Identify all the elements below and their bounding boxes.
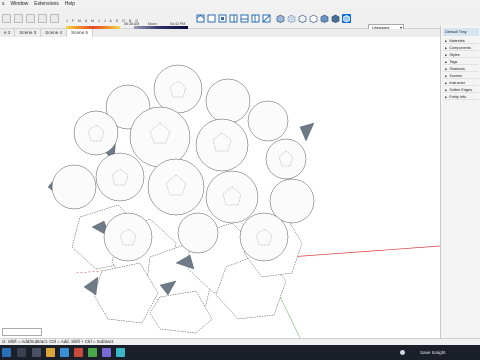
expand-arrow-icon: ▶	[445, 60, 448, 64]
view-iso-icon[interactable]	[196, 14, 205, 23]
expand-arrow-icon: ▶	[445, 46, 448, 50]
expand-arrow-icon: ▶	[445, 88, 448, 92]
model-viewport[interactable]	[0, 37, 440, 338]
start-icon[interactable]	[2, 348, 11, 357]
menu-item-extensions[interactable]: Extensions	[34, 0, 58, 9]
view-back-icon[interactable]	[240, 14, 249, 23]
tray-item-label: Scenes	[449, 74, 462, 78]
tray-item-label: Styles	[449, 53, 460, 57]
hidden-line-icon[interactable]	[309, 14, 318, 23]
expand-arrow-icon: ▶	[445, 81, 448, 85]
app-icon-2[interactable]	[102, 348, 111, 357]
tray-item-label: Shadows	[449, 67, 465, 71]
tray-item-label: Tags	[449, 60, 458, 64]
view-left-icon[interactable]	[251, 14, 260, 23]
file-explorer-icon[interactable]	[46, 348, 55, 357]
taskbar-save-notice: Save tonight	[420, 350, 446, 355]
tray-item-scenes[interactable]: ▶ Scenes	[443, 73, 479, 79]
toolbar: J F M A M J J A S O N D 06:38 AM Noon 04…	[0, 9, 480, 32]
sketchup-icon[interactable]	[74, 348, 83, 357]
tray-item-label: Entity Info	[449, 95, 467, 99]
tray-item-materials[interactable]: ▶ Materials	[443, 38, 479, 44]
edge-browser-icon[interactable]	[60, 348, 69, 357]
search-icon[interactable]	[17, 348, 26, 357]
tray-item-shadows[interactable]: ▶ Shadows	[443, 66, 479, 72]
expand-arrow-icon: ▶	[445, 53, 448, 57]
back-edges-icon[interactable]	[287, 14, 296, 23]
default-tray: Default Tray ▶ Materials ▶ Components ▶ Sty…	[440, 26, 480, 338]
time-noon-label: Noon	[148, 22, 157, 26]
system-tray-icon[interactable]	[400, 350, 405, 355]
scene-tabs: e 2 Scene 3 Scene 4 Scene 5	[0, 29, 440, 37]
shaded-icon[interactable]	[320, 14, 329, 23]
shaded-textures-icon[interactable]	[331, 14, 340, 23]
time-end-label: 04:42 PM	[170, 22, 186, 26]
expand-arrow-icon: ▶	[445, 74, 448, 78]
menu-item-window[interactable]: Window	[11, 0, 29, 9]
menu-item-edit-partial[interactable]: s	[2, 0, 5, 9]
eraser-tool-icon[interactable]	[14, 14, 23, 23]
select-tool-icon[interactable]	[2, 14, 11, 23]
tray-item-tags[interactable]: ▶ Tags	[443, 59, 479, 65]
tray-item-components[interactable]: ▶ Components	[443, 45, 479, 51]
tab-scene-3[interactable]: Scene 3	[15, 29, 42, 37]
wireframe-icon[interactable]	[298, 14, 307, 23]
view-front-icon[interactable]	[218, 14, 227, 23]
task-view-icon[interactable]	[32, 348, 41, 357]
line-tool-icon[interactable]	[26, 14, 35, 23]
measurements-box[interactable]	[2, 328, 42, 336]
view-top-icon[interactable]	[207, 14, 216, 23]
taskbar: Save tonight	[0, 345, 480, 360]
view-bottom-icon[interactable]	[262, 14, 271, 23]
tree-model	[47, 64, 440, 338]
tab-scene-2[interactable]: e 2	[0, 29, 16, 37]
monochrome-icon[interactable]	[342, 14, 351, 23]
tab-scene-4[interactable]: Scene 4	[41, 29, 68, 37]
tray-item-entity-info[interactable]: ▶ Entity Info	[443, 94, 479, 100]
tray-item-label: Materials	[449, 39, 465, 43]
menu-bar: s Window Extensions Help	[0, 0, 480, 9]
shapes-tool-icon[interactable]	[50, 14, 59, 23]
app-icon[interactable]	[88, 348, 97, 357]
xray-icon[interactable]	[276, 14, 285, 23]
expand-arrow-icon: ▶	[445, 39, 448, 43]
expand-arrow-icon: ▶	[445, 67, 448, 71]
view-right-icon[interactable]	[229, 14, 238, 23]
tray-item-soften-edges[interactable]: ▶ Soften Edges	[443, 87, 479, 93]
tray-title[interactable]: Default Tray	[443, 28, 479, 36]
status-bar: ct. Shift = Add/Subtract. Ctrl = Add. Sh…	[0, 338, 480, 345]
tab-scene-5[interactable]: Scene 5	[67, 29, 93, 37]
time-start-label: 06:38 AM	[124, 22, 140, 26]
tray-item-label: Instructor	[449, 81, 466, 85]
tray-item-label: Components	[449, 46, 471, 50]
tray-item-styles[interactable]: ▶ Styles	[443, 52, 479, 58]
tray-item-instructor[interactable]: ▶ Instructor	[443, 80, 479, 86]
tray-item-label: Soften Edges	[449, 88, 473, 92]
app-icon-3[interactable]	[116, 348, 125, 357]
menu-item-help[interactable]: Help	[65, 0, 75, 9]
arc-tool-icon[interactable]	[38, 14, 47, 23]
expand-arrow-icon: ▶	[445, 95, 448, 99]
